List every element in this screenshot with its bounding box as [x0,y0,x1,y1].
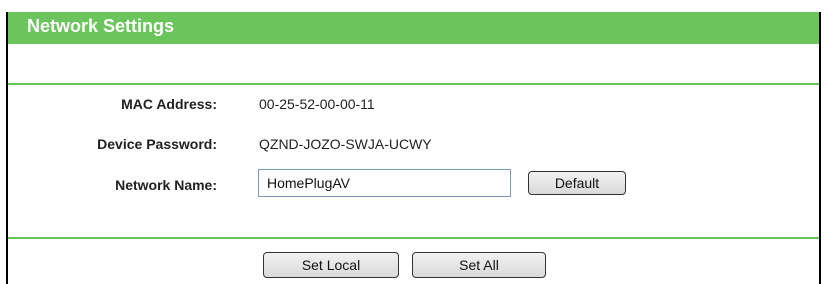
set-local-button[interactable]: Set Local [263,252,399,278]
top-divider [8,83,819,85]
mac-address-value: 00-25-52-00-00-11 [259,96,375,112]
set-all-button[interactable]: Set All [412,252,546,278]
default-button[interactable]: Default [528,171,626,195]
network-name-label: Network Name: [115,177,217,193]
bottom-divider [8,237,819,239]
mac-address-label: MAC Address: [121,96,217,112]
panel-header: Network Settings [8,12,819,44]
network-name-input[interactable] [258,169,511,197]
page-title: Network Settings [27,16,175,36]
device-password-value: QZND-JOZO-SWJA-UCWY [259,136,432,152]
device-password-label: Device Password: [97,136,217,152]
settings-panel: Network Settings MAC Address: 00-25-52-0… [6,12,821,284]
